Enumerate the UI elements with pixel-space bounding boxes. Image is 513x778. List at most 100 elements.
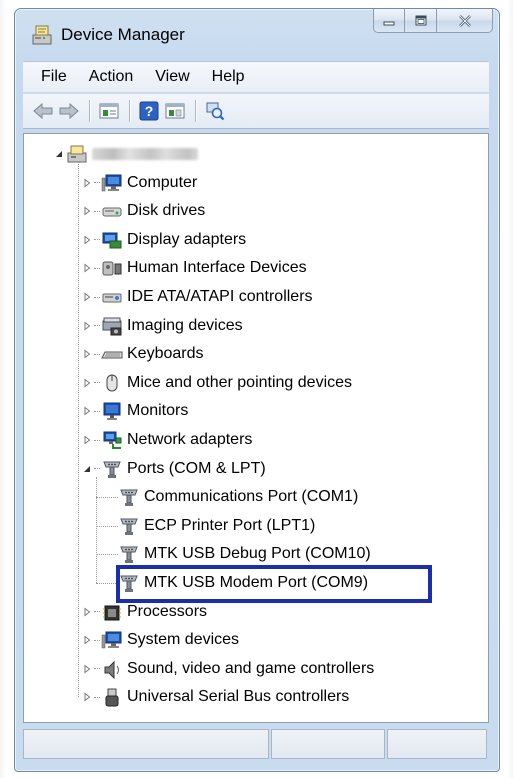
device-tree-panel[interactable]: Computer Disk drives Display adapters Human… xyxy=(23,133,489,723)
tree-connector xyxy=(94,325,100,327)
toolbar-separator xyxy=(195,100,197,122)
svg-text:?: ? xyxy=(145,103,154,119)
expand-triangle-icon[interactable] xyxy=(82,235,92,245)
tree-port-label: ECP Printer Port (LPT1) xyxy=(144,516,316,534)
collapse-triangle-icon[interactable] xyxy=(54,149,64,159)
tree-category-keyboard[interactable]: Keyboards xyxy=(82,342,204,366)
back-button[interactable] xyxy=(31,99,55,123)
tree-port-item[interactable]: ECP Printer Port (LPT1) xyxy=(118,514,315,538)
expand-triangle-icon[interactable] xyxy=(82,607,92,617)
tree-category-label: Ports (COM & LPT) xyxy=(127,459,266,477)
tree-category-monitor[interactable]: Monitors xyxy=(82,399,188,423)
tree-category-display-adapter[interactable]: Display adapters xyxy=(82,228,246,252)
update-driver-button[interactable] xyxy=(163,99,187,123)
tree-category-ide-controller[interactable]: IDE ATA/ATAPI controllers xyxy=(82,285,313,309)
expand-triangle-icon[interactable] xyxy=(82,292,92,302)
close-button[interactable] xyxy=(437,9,493,33)
tree-connector xyxy=(94,182,100,184)
minimize-button[interactable] xyxy=(373,9,405,33)
expand-triangle-icon[interactable] xyxy=(82,178,92,188)
menu-file[interactable]: File xyxy=(23,68,78,86)
tree-category-imaging-device[interactable]: Imaging devices xyxy=(82,314,243,338)
maximize-icon xyxy=(415,15,426,26)
properties-button[interactable] xyxy=(97,99,121,123)
toolbar-separator xyxy=(89,100,91,122)
status-cell xyxy=(271,729,385,759)
tree-category-network-adapter[interactable]: Network adapters xyxy=(82,428,252,452)
maximize-button[interactable] xyxy=(405,9,437,33)
port-icon xyxy=(120,489,138,507)
tree-category-disk-drive[interactable]: Disk drives xyxy=(82,199,205,223)
tree-connector xyxy=(96,497,118,499)
expand-triangle-icon[interactable] xyxy=(82,635,92,645)
tree-category-computer[interactable]: Computer xyxy=(82,171,197,195)
scan-hardware-icon xyxy=(206,102,225,121)
hid-icon xyxy=(102,261,122,276)
collapse-triangle-icon[interactable] xyxy=(82,464,92,474)
tree-category-system-device[interactable]: System devices xyxy=(82,628,239,652)
tree-category-port[interactable]: Ports (COM & LPT) xyxy=(82,457,266,481)
properties-icon xyxy=(99,103,119,119)
tree-root-node[interactable] xyxy=(54,142,198,166)
expand-triangle-icon[interactable] xyxy=(82,435,92,445)
help-button[interactable]: ? xyxy=(137,99,161,123)
minimize-icon xyxy=(383,21,395,25)
tree-category-label: Mice and other pointing devices xyxy=(127,373,353,391)
device-manager-icon xyxy=(32,25,52,45)
toolbar: ? xyxy=(23,93,489,129)
menu-action[interactable]: Action xyxy=(78,68,144,86)
display-adapter-icon xyxy=(102,232,122,249)
tree-connector xyxy=(94,382,100,384)
tree-connector xyxy=(96,554,118,556)
speaker-icon xyxy=(104,660,119,679)
expand-triangle-icon[interactable] xyxy=(82,263,92,273)
tree-connector xyxy=(94,696,100,698)
usb-icon xyxy=(105,688,119,707)
tree-connector xyxy=(96,583,118,584)
tree-category-label: Network adapters xyxy=(127,431,253,448)
status-bar xyxy=(23,729,489,761)
menu-view[interactable]: View xyxy=(144,68,200,86)
toolbar-separator xyxy=(129,100,131,122)
tree-port-item[interactable]: MTK USB Debug Port (COM10) xyxy=(118,542,371,566)
expand-triangle-icon[interactable] xyxy=(82,406,92,416)
tree-connector xyxy=(94,468,100,470)
tree-connector xyxy=(94,639,100,641)
tree-category-label: Keyboards xyxy=(127,345,204,363)
expand-triangle-icon[interactable] xyxy=(82,206,92,216)
expand-triangle-icon[interactable] xyxy=(82,378,92,388)
expand-triangle-icon[interactable] xyxy=(82,692,92,702)
tree-category-label: Computer xyxy=(127,173,198,191)
title-bar[interactable]: Device Manager xyxy=(15,9,499,59)
tree-connector xyxy=(94,410,100,412)
expand-triangle-icon[interactable] xyxy=(82,321,92,331)
tree-connector xyxy=(94,668,100,670)
tree-category-label: Universal Serial Bus controllers xyxy=(127,688,350,706)
tree-category-hid[interactable]: Human Interface Devices xyxy=(82,256,307,280)
disk-drive-icon xyxy=(102,207,122,217)
tree-category-mouse[interactable]: Mice and other pointing devices xyxy=(82,371,352,395)
forward-button[interactable] xyxy=(57,99,81,123)
menu-bar: File Action View Help xyxy=(23,61,489,92)
tree-category-label: Sound, video and game controllers xyxy=(127,659,375,677)
tree-category-label: Human Interface Devices xyxy=(127,259,307,277)
tree-category-usb[interactable]: Universal Serial Bus controllers xyxy=(82,685,349,709)
system-device-icon xyxy=(101,631,122,649)
tree-category-speaker[interactable]: Sound, video and game controllers xyxy=(82,657,374,681)
caption-buttons xyxy=(373,9,493,35)
expand-triangle-icon[interactable] xyxy=(82,349,92,359)
tree-category-label: Display adapters xyxy=(127,230,247,248)
ide-controller-icon xyxy=(102,293,122,303)
tree-connector xyxy=(94,296,100,298)
tree-category-label: Imaging devices xyxy=(127,316,243,334)
scan-hardware-button[interactable] xyxy=(203,99,227,123)
tree-connector xyxy=(94,611,100,613)
tree-port-item[interactable]: Communications Port (COM1) xyxy=(118,485,358,509)
menu-help[interactable]: Help xyxy=(201,68,256,86)
mouse-icon xyxy=(106,374,118,392)
tree-port-label: MTK USB Debug Port (COM10) xyxy=(144,545,371,563)
expand-triangle-icon[interactable] xyxy=(82,664,92,674)
tree-connector xyxy=(96,476,97,583)
port-icon xyxy=(103,461,121,478)
tree-category-processor[interactable]: Processors xyxy=(82,600,207,624)
